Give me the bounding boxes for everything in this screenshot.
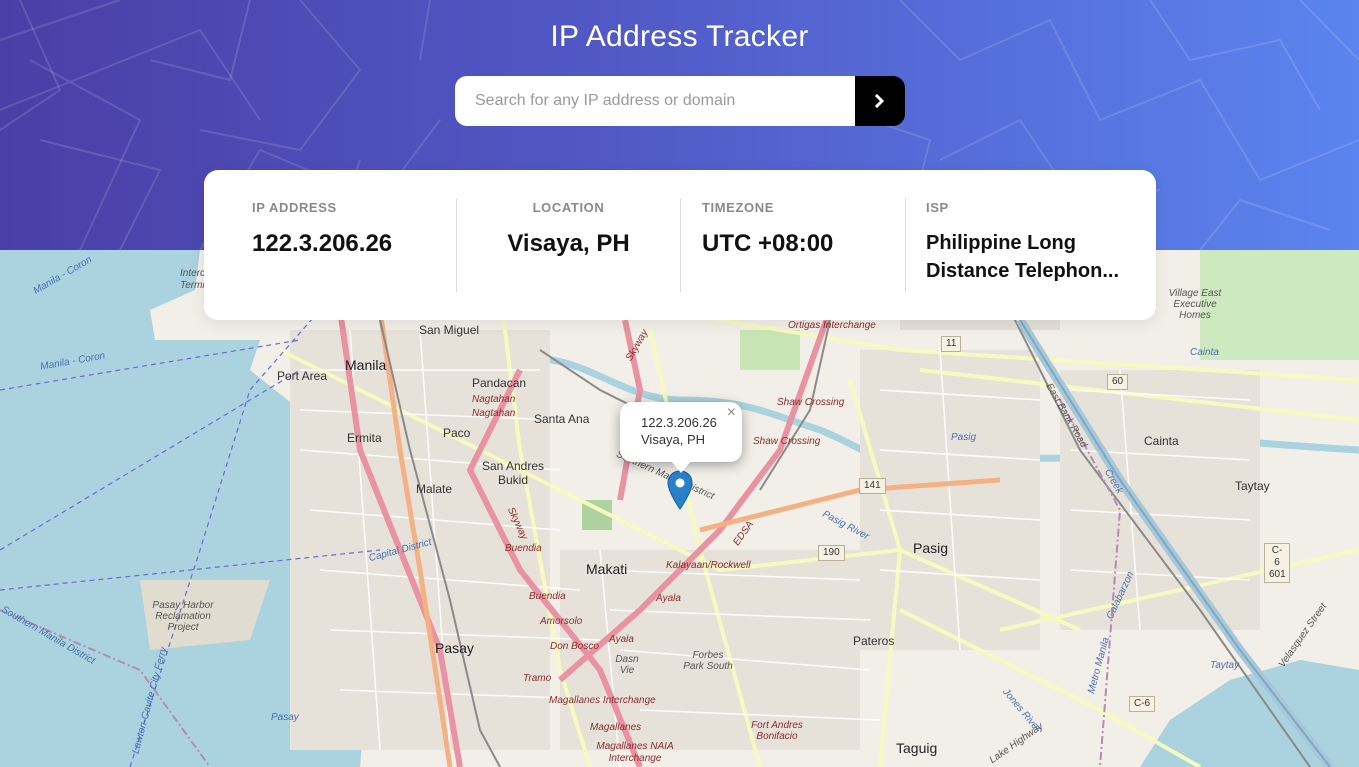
map-label-san-miguel: San Miguel bbox=[419, 323, 480, 337]
map-label-forbes-park: Forbes Park South bbox=[683, 650, 733, 672]
timezone-label: TIMEZONE bbox=[702, 200, 774, 215]
search-input[interactable] bbox=[455, 76, 855, 126]
map-label-paco: Paco bbox=[443, 426, 471, 440]
map-label-santa-ana: Santa Ana bbox=[534, 412, 590, 426]
route-shield-141: 141 bbox=[859, 478, 886, 494]
popup-location: Visaya, PH bbox=[641, 432, 706, 447]
water-label-taytay: Taytay bbox=[1210, 660, 1240, 671]
route-shield-11: 11 bbox=[941, 336, 962, 352]
road-label-nagtahan-1: Nagtahan bbox=[472, 394, 516, 405]
road-label-buendia-1: Buendia bbox=[505, 543, 542, 554]
ip-address-value: 122.3.206.26 bbox=[252, 230, 393, 257]
route-shield-c6-601: C-6 601 bbox=[1264, 543, 1290, 583]
road-label-shaw-1: Shaw Crossing bbox=[777, 397, 845, 408]
road-label-naia: Magallanes NAIA Interchange bbox=[596, 741, 674, 764]
road-label-don-bosco: Don Bosco bbox=[550, 641, 599, 652]
map-label-manila: Manila bbox=[345, 357, 387, 373]
map-label-pasay: Pasay bbox=[435, 640, 474, 656]
map-label-pateros: Pateros bbox=[853, 634, 895, 648]
map-label-village: Village East Executive Homes bbox=[1168, 288, 1222, 321]
timezone-value: UTC +08:00 bbox=[702, 230, 834, 257]
road-label-ortigas: Ortigas Interchange bbox=[788, 320, 876, 331]
map-label-dasn-vie: Dasn Vie bbox=[615, 654, 639, 676]
map-label-ermita: Ermita bbox=[347, 431, 382, 445]
isp-value-line1: Philippine Long bbox=[926, 232, 1076, 254]
isp-label: ISP bbox=[926, 200, 949, 215]
map-label-pasay-harbor: Pasay Harbor Reclamation Project bbox=[152, 600, 214, 633]
road-label-magallanes-interchange: Magallanes Interchange bbox=[549, 695, 656, 706]
road-label-shaw-2: Shaw Crossing bbox=[753, 436, 821, 447]
road-label-magallanes: Magallanes bbox=[590, 722, 642, 733]
map-label-taguig: Taguig bbox=[896, 740, 938, 756]
timezone-stat: TIMEZONE UTC +08:00 bbox=[681, 198, 905, 292]
location-value: Visaya, PH bbox=[507, 230, 630, 257]
map-label-taytay: Taytay bbox=[1235, 479, 1270, 493]
isp-stat: ISP Philippine Long Distance Telephon... bbox=[906, 198, 1136, 292]
isp-value-line2: Distance Telephon... bbox=[926, 260, 1119, 282]
popup-close-button[interactable]: × bbox=[727, 404, 736, 421]
road-label-ayala-2: Ayala bbox=[609, 634, 634, 645]
map-label-fort-bonifacio: Fort Andres Bonifacio bbox=[751, 720, 803, 742]
route-shield-60: 60 bbox=[1107, 374, 1129, 390]
road-label-nagtahan-2: Nagtahan bbox=[472, 408, 516, 419]
road-label-tramo: Tramo bbox=[523, 673, 552, 684]
road-label-kalayaan: Kalayaan/Rockwell bbox=[666, 560, 751, 571]
water-label-pasay: Pasay bbox=[271, 712, 299, 723]
map-label-port-area: Port Area bbox=[277, 369, 328, 383]
popup-tip bbox=[671, 461, 691, 473]
route-shield-c6: C-6 bbox=[1129, 696, 1156, 712]
location-stat: LOCATION Visaya, PH bbox=[457, 198, 680, 292]
ip-address-stat: IP ADDRESS 122.3.206.26 bbox=[204, 198, 456, 292]
road-label-ayala-1: Ayala bbox=[656, 593, 681, 604]
map-popup: × 122.3.206.26 Visaya, PH bbox=[620, 402, 742, 473]
map-label-makati: Makati bbox=[586, 561, 628, 577]
road-label-amorsolo: Amorsolo bbox=[540, 616, 583, 627]
search-submit-button[interactable] bbox=[855, 76, 905, 126]
ip-address-label: IP ADDRESS bbox=[252, 200, 337, 215]
ip-info-card: IP ADDRESS 122.3.206.26 LOCATION Visaya,… bbox=[204, 170, 1156, 320]
route-shield-190: 190 bbox=[818, 545, 845, 561]
chevron-right-icon bbox=[874, 94, 885, 108]
water-label-pasig: Pasig bbox=[951, 432, 977, 443]
isp-value: Philippine Long Distance Telephon... bbox=[926, 229, 1126, 285]
map-label-pasig: Pasig bbox=[913, 540, 949, 556]
water-label-cainta: Cainta bbox=[1190, 347, 1219, 358]
map-label-pandacan: Pandacan bbox=[472, 376, 527, 390]
map-label-san-andres-bukid: San Andres Bukid bbox=[481, 459, 545, 487]
search-form bbox=[455, 76, 905, 126]
location-label: LOCATION bbox=[532, 200, 605, 215]
map-label-cainta: Cainta bbox=[1144, 434, 1179, 448]
road-label-buendia-2: Buendia bbox=[529, 591, 566, 602]
map-marker-icon[interactable] bbox=[667, 470, 693, 510]
map-label-malate: Malate bbox=[416, 482, 453, 496]
page-title: IP Address Tracker bbox=[550, 20, 809, 53]
